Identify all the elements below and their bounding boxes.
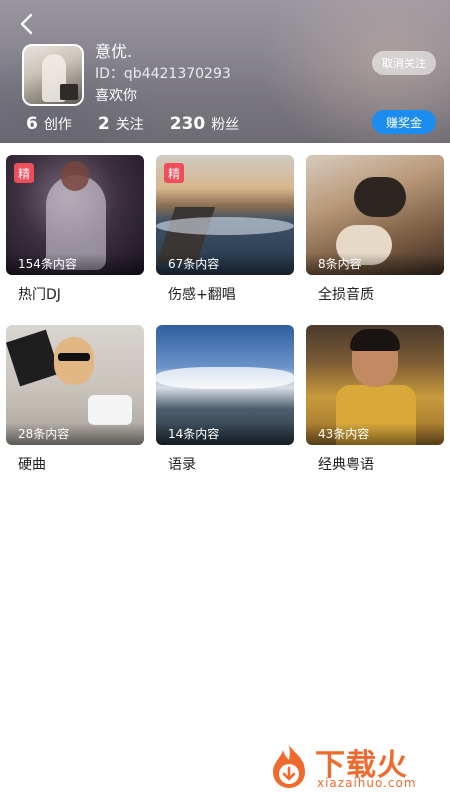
thumb-glasses (58, 353, 90, 361)
collection-count: 154条内容 (18, 257, 77, 271)
stat-fans[interactable]: 230 粉丝 (170, 114, 240, 134)
watermark: 下载火 xiazaihuo.com (265, 740, 445, 792)
collection-count: 67条内容 (168, 257, 220, 271)
collection-card-hot-dj[interactable]: 精 154条内容 热门DJ (6, 155, 144, 304)
collection-count: 8条内容 (318, 257, 362, 271)
collection-thumbnail[interactable]: 14条内容 (156, 325, 294, 445)
collection-title: 语录 (168, 457, 196, 473)
unfollow-button[interactable]: 取消关注 (372, 51, 436, 75)
thumb-figure-head (61, 161, 89, 191)
profile-stats: 6 创作 2 关注 230 粉丝 (26, 114, 265, 134)
user-bio: 喜欢你 (95, 88, 137, 104)
back-arrow-icon (20, 13, 33, 35)
back-button[interactable] (14, 10, 42, 38)
stat-works-label: 创作 (43, 117, 72, 133)
collection-card-hard-tracks[interactable]: 28条内容 硬曲 (6, 325, 144, 474)
collection-thumbnail[interactable]: 精 67条内容 (156, 155, 294, 275)
collection-thumbnail[interactable]: 43条内容 (306, 325, 444, 445)
thumb-shirt (6, 329, 61, 387)
thumb-face (54, 337, 94, 385)
collection-count: 43条内容 (318, 427, 370, 441)
thumb-cloud (156, 367, 294, 389)
avatar-detail (60, 84, 78, 100)
collection-title: 硬曲 (18, 457, 46, 473)
collection-card-quotes[interactable]: 14条内容 语录 (156, 325, 294, 474)
user-id-value: qb4421370293 (123, 66, 231, 82)
avatar[interactable] (22, 44, 84, 106)
stat-fans-count: 230 (169, 114, 206, 134)
featured-badge: 精 (164, 163, 184, 183)
stat-works[interactable]: 6 创作 (26, 114, 72, 134)
collection-title: 热门DJ (18, 287, 61, 303)
collection-card-sad-cover[interactable]: 精 67条内容 伤感+翻唱 (156, 155, 294, 304)
flame-logo-icon (273, 745, 305, 788)
collection-thumbnail[interactable]: 28条内容 (6, 325, 144, 445)
stat-following[interactable]: 2 关注 (98, 114, 144, 134)
stat-following-count: 2 (97, 114, 110, 134)
featured-badge: 精 (14, 163, 34, 183)
reward-button[interactable]: 赚奖金 (372, 110, 436, 134)
collection-title: 伤感+翻唱 (168, 287, 236, 303)
thumb-dog-nose (354, 177, 406, 217)
thumb-wave (156, 217, 294, 235)
stat-works-count: 6 (26, 114, 38, 134)
thumb-shoe (88, 395, 132, 425)
stat-following-label: 关注 (115, 117, 144, 133)
collection-count: 14条内容 (168, 427, 220, 441)
thumb-hair (350, 329, 400, 351)
collection-title: 经典粤语 (318, 457, 374, 473)
user-name: 意优. (95, 42, 133, 61)
stat-fans-label: 粉丝 (211, 117, 240, 133)
user-id: ID：qb4421370293 (95, 63, 231, 83)
user-id-label: ID： (95, 66, 124, 82)
collection-card-lofi[interactable]: 8条内容 全损音质 (306, 155, 444, 304)
collection-card-cantonese-classics[interactable]: 43条内容 经典粤语 (306, 325, 444, 474)
collection-count: 28条内容 (18, 427, 70, 441)
collection-thumbnail[interactable]: 精 154条内容 (6, 155, 144, 275)
watermark-url: xiazaihuo.com (317, 776, 417, 790)
collection-thumbnail[interactable]: 8条内容 (306, 155, 444, 275)
collection-title: 全损音质 (318, 287, 374, 303)
profile-header: 意优. ID：qb4421370293 喜欢你 取消关注 赚奖金 6 创作 2 … (0, 0, 450, 143)
